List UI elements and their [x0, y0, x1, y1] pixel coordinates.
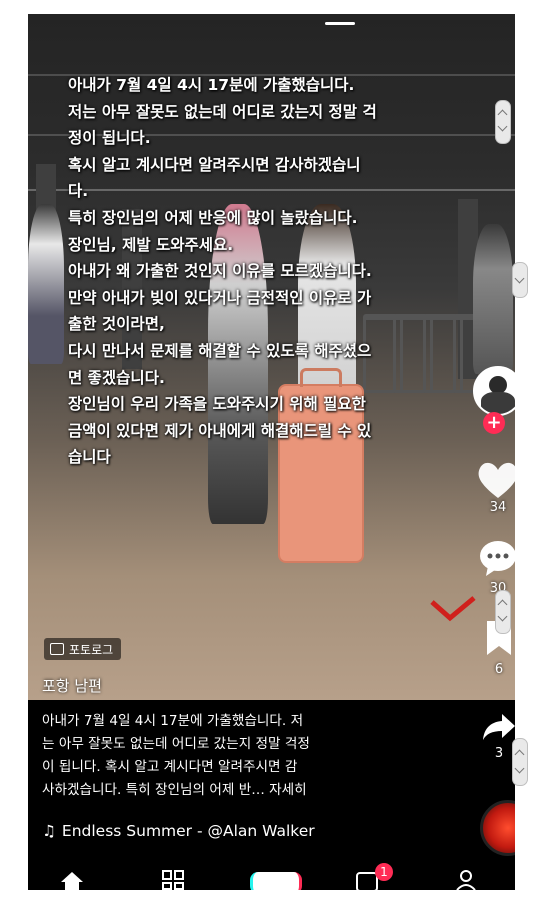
comment-icon[interactable]: [478, 538, 515, 578]
caption-line: 아내가 7월 4일 4시 17분에 가출했습니다. 저: [42, 713, 304, 729]
see-more-link[interactable]: 자세히: [269, 782, 307, 798]
overlay-line: 혹시 알고 계시다면 알려주시면 감사하겠습니: [68, 155, 361, 174]
photolog-label: 포토로그: [69, 642, 114, 657]
music-info[interactable]: ♫ Endless Summer - @Alan Walker: [42, 822, 315, 840]
overlay-line: 장인님, 제발 도와주세요.: [68, 235, 234, 254]
scroll-handle[interactable]: [512, 262, 528, 298]
photo-icon: [50, 643, 64, 655]
heart-icon[interactable]: [476, 460, 515, 500]
caption-line: 이 됩니다. 혹시 알고 계시다면 알려주시면 감: [42, 759, 298, 775]
music-title: Endless Summer - @Alan Walker: [61, 822, 315, 840]
overlay-line: 다.: [68, 182, 89, 201]
arrow-decoration: [430, 596, 476, 622]
discover-icon[interactable]: [162, 870, 184, 890]
scroll-handle[interactable]: [495, 100, 511, 144]
scroll-handle[interactable]: [495, 590, 511, 634]
music-note-icon: ♫: [42, 822, 56, 840]
share-count: 3: [494, 746, 504, 761]
profile-icon[interactable]: [456, 870, 476, 890]
caption-line: 는 아무 잘못도 없는데 어디로 갔는지 정말 걱정: [42, 736, 310, 752]
home-indicator: [325, 22, 355, 25]
music-disc[interactable]: [480, 800, 515, 856]
bottom-nav: 1: [28, 863, 515, 890]
video-overlay-text: 아내가 7월 4일 4시 17분에 가출했습니다. 저는 아무 잘못도 없는데 …: [68, 72, 463, 471]
like-count: 34: [489, 500, 507, 515]
creator-avatar[interactable]: [473, 366, 515, 416]
author-name[interactable]: 포항 남편: [42, 675, 102, 696]
share-icon[interactable]: [482, 712, 515, 742]
photolog-badge[interactable]: 포토로그: [44, 638, 122, 660]
caption-line-text: 사하겠습니다. 특히 장인님의 어제 반…: [42, 782, 265, 798]
bystander: [473, 224, 513, 374]
overlay-line: 금액이 있다면 제가 아내에게 해결해드릴 수 있: [68, 421, 372, 440]
overlay-line: 다시 만나서 문제를 해결할 수 있도록 해주셨으: [68, 341, 372, 360]
caption-line: 사하겠습니다. 특히 장인님의 어제 반… 자세히: [42, 779, 402, 802]
overlay-line: 정이 됩니다.: [68, 129, 151, 148]
home-icon[interactable]: [60, 870, 84, 890]
overlay-line: 아내가 7월 4일 4시 17분에 가출했습니다.: [68, 76, 355, 94]
overlay-line: 면 좋겠습니다.: [68, 368, 165, 387]
follow-plus-icon[interactable]: +: [483, 412, 505, 434]
video-frame[interactable]: 아내가 7월 4일 4시 17분에 가출했습니다. 저는 아무 잘못도 없는데 …: [28, 14, 515, 700]
overlay-line: 아내가 왜 가출한 것인지 이유를 모르겠습니다.: [68, 262, 372, 281]
inbox-badge: 1: [375, 863, 393, 881]
save-count: 6: [494, 662, 504, 677]
overlay-line: 만약 아내가 빚이 있다거나 금전적인 이유로 가: [68, 288, 372, 307]
overlay-line: 저는 아무 잘못도 없는데 어디로 갔는지 정말 걱: [68, 102, 377, 121]
phone-screen: 아내가 7월 4일 4시 17분에 가출했습니다. 저는 아무 잘못도 없는데 …: [28, 14, 515, 890]
overlay-line: 습니다: [68, 448, 111, 467]
overlay-line: 특히 장인님의 어제 반응에 많이 놀랐습니다.: [68, 208, 358, 227]
scroll-handle[interactable]: [512, 738, 528, 786]
post-caption[interactable]: 아내가 7월 4일 4시 17분에 가출했습니다. 저 는 아무 잘못도 없는데…: [42, 710, 402, 802]
overlay-line: 출한 것이라면,: [68, 315, 165, 334]
bystander: [28, 204, 64, 364]
create-button[interactable]: [250, 872, 302, 890]
avatar-body: [481, 392, 515, 414]
overlay-line: 장인님이 우리 가족을 도와주시기 위해 필요한: [68, 395, 366, 414]
